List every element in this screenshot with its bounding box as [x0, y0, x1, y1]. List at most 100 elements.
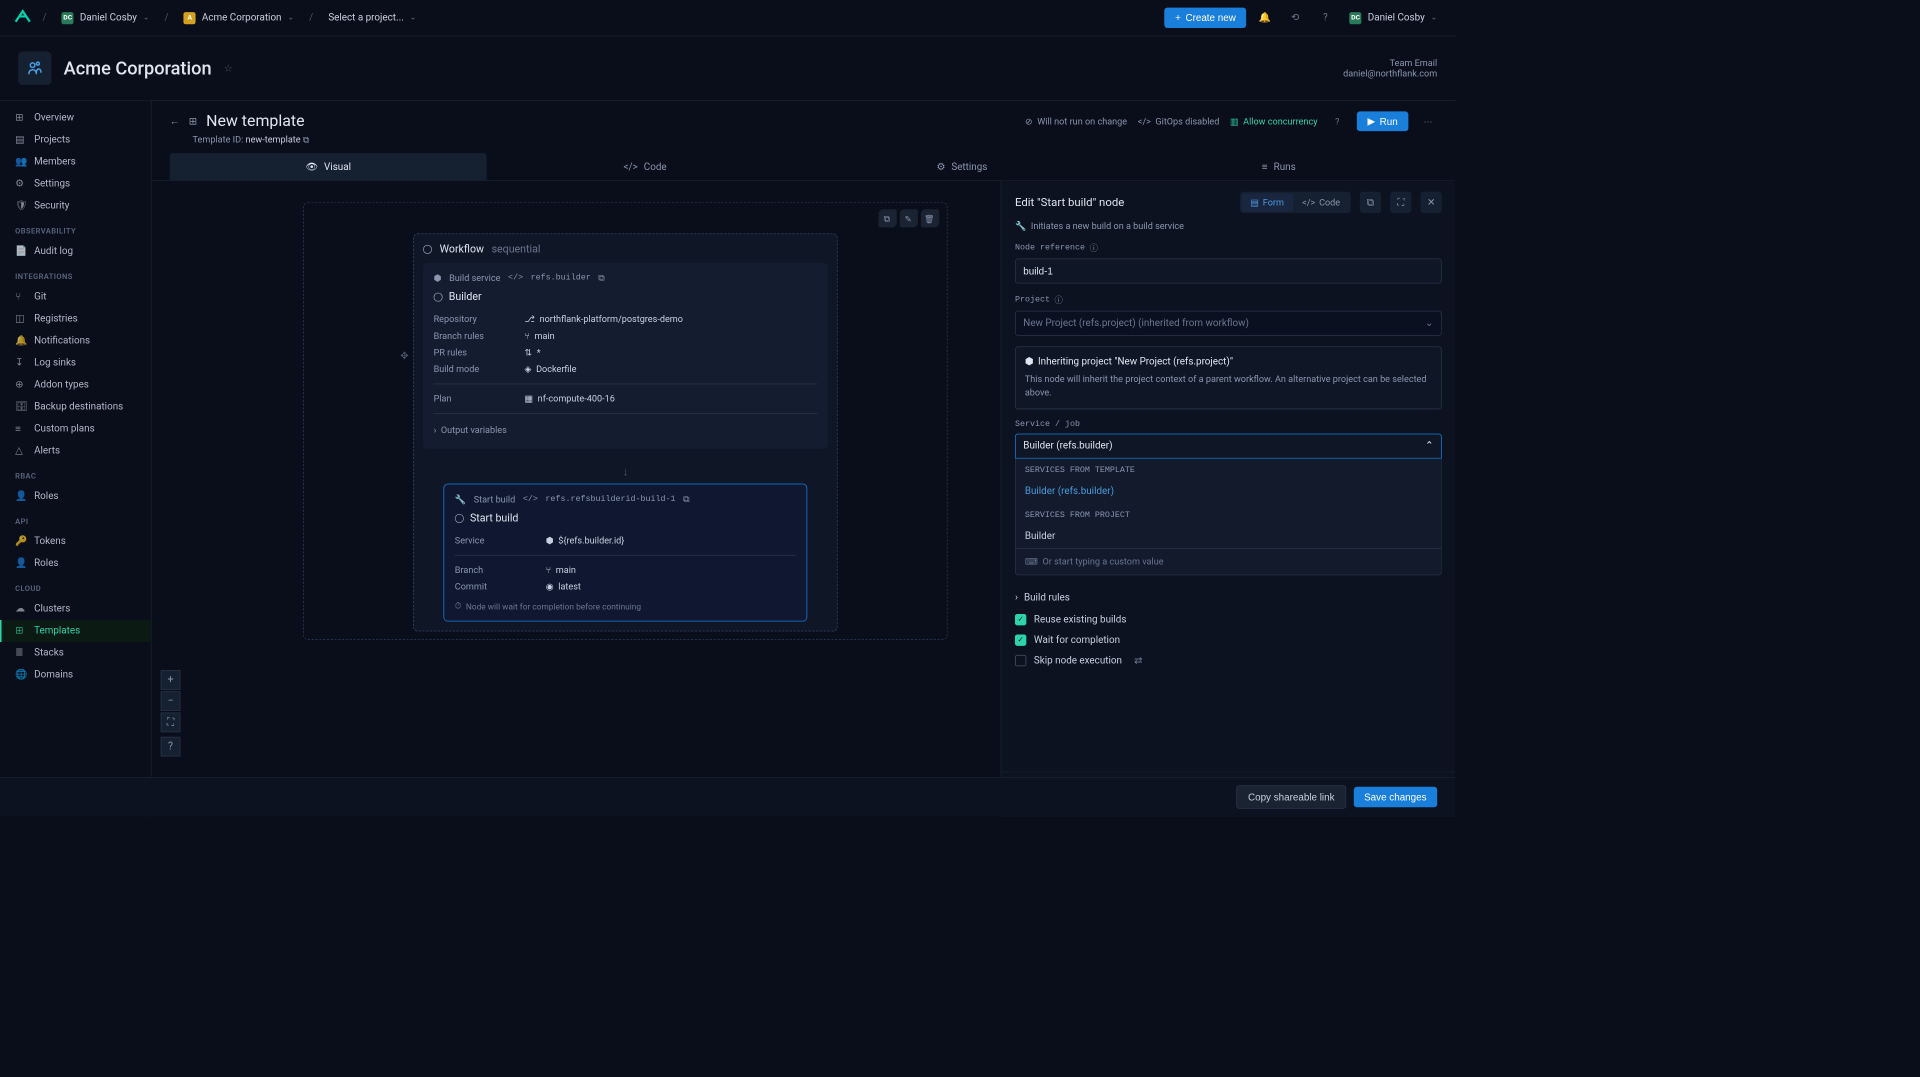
- zoom-out-button[interactable]: −: [161, 691, 181, 711]
- delete-icon[interactable]: 🗑: [921, 211, 938, 228]
- stack-icon: ≣: [15, 647, 26, 658]
- service-select[interactable]: Builder (refs.builder) ⌃: [1015, 434, 1442, 459]
- toggle-form[interactable]: ▤Form: [1241, 193, 1293, 211]
- sidebar-item-security[interactable]: 🛡Security: [0, 195, 151, 217]
- workflow-inner-container[interactable]: ⧉ ✎ 🗑 Workflow sequential ✥ ⬢: [413, 233, 837, 631]
- plus-icon: +: [1175, 12, 1181, 23]
- breadcrumb-org[interactable]: A Acme Corporation ⌄: [178, 9, 300, 27]
- create-new-button[interactable]: + Create new: [1165, 8, 1247, 28]
- copy-shareable-link-button[interactable]: Copy shareable link: [1237, 785, 1346, 808]
- sidebar-item-settings[interactable]: ⚙Settings: [0, 173, 151, 195]
- notifications-icon[interactable]: 🔔: [1253, 6, 1277, 30]
- dropdown-custom-input[interactable]: ⌨Or start typing a custom value: [1016, 548, 1441, 575]
- drag-handle-icon[interactable]: ✥: [400, 350, 408, 361]
- play-icon: ▶: [1368, 115, 1376, 127]
- sidebar-item-tokens[interactable]: 🔑Tokens: [0, 531, 151, 553]
- dropdown-section-template: SERVICES FROM TEMPLATE: [1016, 459, 1441, 480]
- form-icon: ▤: [1250, 197, 1259, 208]
- service-dropdown: SERVICES FROM TEMPLATE Builder (refs.bui…: [1015, 459, 1442, 576]
- sidebar-item-alerts[interactable]: △Alerts: [0, 440, 151, 462]
- tab-visual[interactable]: 👁Visual: [170, 153, 487, 180]
- code-icon: </>: [1138, 116, 1151, 127]
- chevron-down-icon: ⌄: [1425, 318, 1433, 329]
- dropdown-item-builder-project[interactable]: Builder: [1016, 525, 1441, 548]
- workflow-outer-container[interactable]: ▢ ✎ 🗑 ⧉ ✎ 🗑 Workflow sequential: [303, 202, 947, 639]
- wait-completion-checkbox[interactable]: ✓Wait for completion: [1015, 630, 1442, 650]
- sidebar-item-registries[interactable]: ◫Registries: [0, 308, 151, 330]
- status-circle-icon: [423, 245, 432, 254]
- sidebar-item-clusters[interactable]: ☁Clusters: [0, 598, 151, 620]
- sidebar-item-stacks[interactable]: ≣Stacks: [0, 642, 151, 664]
- dropdown-item-builder-template[interactable]: Builder (refs.builder): [1016, 480, 1441, 503]
- sidebar-section-api: API: [0, 507, 151, 530]
- tab-code[interactable]: </>Code: [487, 153, 804, 180]
- help-icon[interactable]: ?: [1328, 112, 1346, 130]
- user-menu[interactable]: DC Daniel Cosby ⌄: [1343, 9, 1443, 27]
- copy-icon[interactable]: ⧉: [683, 493, 690, 504]
- breadcrumb-project[interactable]: Select a project... ⌄: [322, 9, 422, 26]
- build-rules-expand[interactable]: ›Build rules: [1015, 586, 1442, 609]
- sidebar-item-projects[interactable]: ▤Projects: [0, 129, 151, 151]
- sidebar-item-notifications[interactable]: 🔔Notifications: [0, 330, 151, 352]
- tab-settings[interactable]: ⚙Settings: [803, 153, 1120, 180]
- sidebar-item-rbac-roles[interactable]: 👤Roles: [0, 485, 151, 507]
- project-select[interactable]: New Project (refs.project) (inherited fr…: [1015, 311, 1442, 336]
- copy-button[interactable]: ⧉: [1360, 192, 1381, 213]
- sidebar-item-templates[interactable]: ⊞Templates: [0, 620, 151, 642]
- sidebar-item-git[interactable]: ⑂Git: [0, 286, 151, 308]
- toggle-code[interactable]: </>Code: [1293, 193, 1349, 211]
- help-button[interactable]: ?: [161, 737, 181, 757]
- fit-view-button[interactable]: ⛶: [161, 713, 181, 733]
- status-will-not-run[interactable]: ⊘Will not run on change: [1025, 116, 1127, 127]
- skip-execution-checkbox[interactable]: Skip node execution⇄: [1015, 650, 1442, 670]
- save-changes-button[interactable]: Save changes: [1353, 787, 1437, 807]
- nav-icon[interactable]: ⟲: [1283, 6, 1307, 30]
- copy-icon[interactable]: ⧉: [879, 211, 896, 228]
- team-email-value: daniel@northflank.com: [1343, 68, 1437, 79]
- breadcrumb-user[interactable]: DC Daniel Cosby ⌄: [56, 9, 156, 27]
- code-icon: </>: [623, 161, 637, 172]
- sidebar-item-custom-plans[interactable]: ≡Custom plans: [0, 418, 151, 440]
- sidebar-item-addon-types[interactable]: ⊕Addon types: [0, 374, 151, 396]
- status-gitops[interactable]: </>GitOps disabled: [1138, 116, 1220, 127]
- projects-icon: ▤: [15, 134, 26, 145]
- sidebar-item-overview[interactable]: ⊞Overview: [0, 107, 151, 129]
- build-service-node[interactable]: ✥ ⬢ Build service </> refs.builder ⧉ Bui…: [423, 263, 828, 449]
- star-icon[interactable]: ☆: [224, 63, 233, 74]
- reuse-builds-checkbox[interactable]: ✓Reuse existing builds: [1015, 609, 1442, 629]
- info-icon[interactable]: ⓘ: [1055, 294, 1063, 306]
- close-button[interactable]: ✕: [1420, 192, 1441, 213]
- clock-icon: ⏱: [455, 601, 462, 612]
- expand-button[interactable]: ⛶: [1390, 192, 1411, 213]
- sidebar-section-observability: OBSERVABILITY: [0, 217, 151, 240]
- registry-icon: ◫: [15, 313, 26, 324]
- copy-icon[interactable]: ⧉: [303, 134, 310, 145]
- copy-icon[interactable]: ⧉: [598, 272, 605, 283]
- edit-icon[interactable]: ✎: [900, 211, 917, 228]
- help-icon[interactable]: ?: [1313, 6, 1337, 30]
- layers-icon: ▥: [1230, 116, 1239, 127]
- logo-icon: [12, 7, 33, 28]
- zoom-in-button[interactable]: +: [161, 670, 181, 690]
- back-button[interactable]: ←: [170, 115, 180, 127]
- sidebar-item-backup-destinations[interactable]: 🗄Backup destinations: [0, 396, 151, 418]
- node-reference-input[interactable]: [1015, 258, 1442, 283]
- plans-icon: ≡: [15, 423, 26, 434]
- output-variables-expand[interactable]: ›Output variables: [434, 420, 818, 440]
- more-icon[interactable]: ⋯: [1419, 112, 1437, 130]
- topbar: / DC Daniel Cosby ⌄ / A Acme Corporation…: [0, 0, 1455, 36]
- canvas[interactable]: -50 ▢ ✎ 🗑 ⧉ ✎ 🗑 Workflow s: [152, 181, 1456, 817]
- run-button[interactable]: ▶Run: [1357, 111, 1408, 131]
- sidebar-item-members[interactable]: 👥Members: [0, 151, 151, 173]
- backup-icon: 🗄: [15, 401, 26, 412]
- tab-runs[interactable]: ≡Runs: [1120, 153, 1437, 180]
- sidebar-item-domains[interactable]: 🌐Domains: [0, 664, 151, 686]
- breadcrumb-user-label: Daniel Cosby: [80, 12, 137, 23]
- info-icon[interactable]: ⓘ: [1090, 242, 1098, 254]
- status-concurrency[interactable]: ▥Allow concurrency: [1230, 116, 1318, 127]
- sidebar-item-api-roles[interactable]: 👤Roles: [0, 553, 151, 575]
- sidebar-item-audit-log[interactable]: 📄Audit log: [0, 240, 151, 262]
- breadcrumb-separator: /: [164, 12, 168, 23]
- start-build-node[interactable]: 🔧 Start build </> refs.refsbuilderid-bui…: [443, 484, 807, 622]
- sidebar-item-log-sinks[interactable]: ↧Log sinks: [0, 352, 151, 374]
